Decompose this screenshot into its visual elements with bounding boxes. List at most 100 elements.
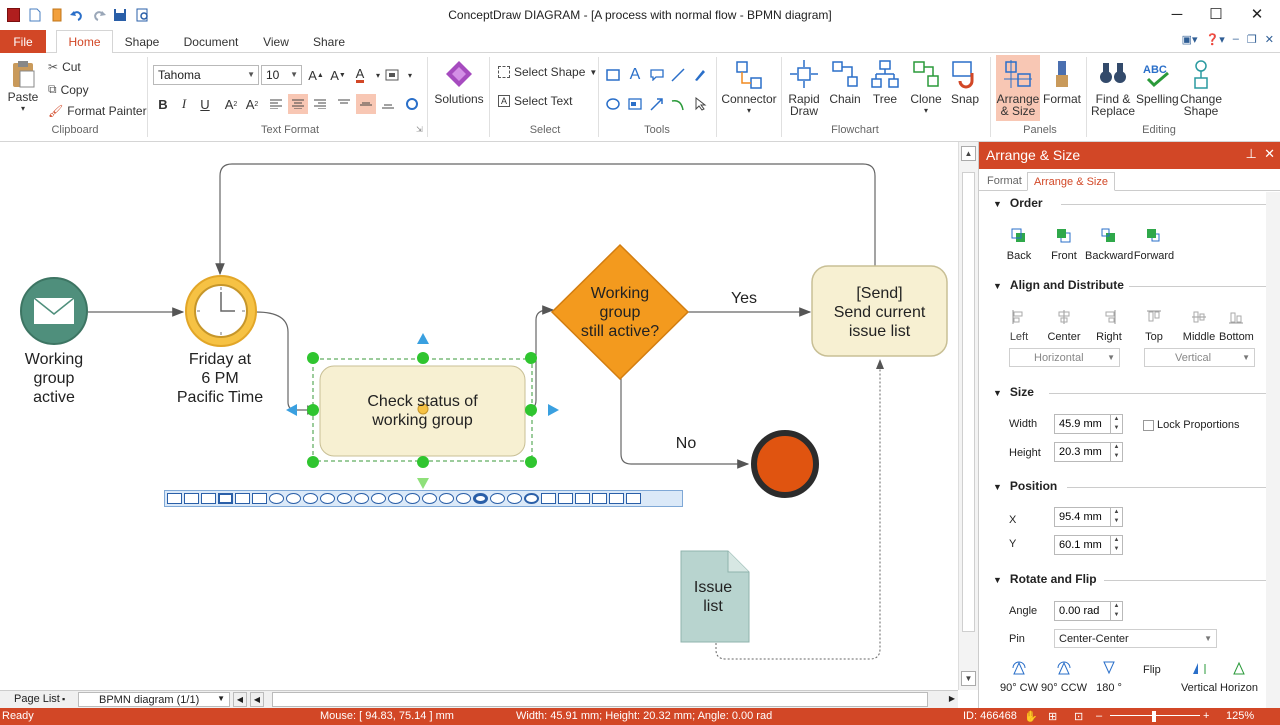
scroll-up-icon[interactable]: ▲ xyxy=(961,146,976,161)
zoom-in-icon[interactable]: + xyxy=(1203,710,1209,722)
fit-selection-icon[interactable]: ⊡ xyxy=(1074,710,1083,723)
shrink-font-icon[interactable]: A ▼ xyxy=(328,65,348,85)
palette-shape-icon[interactable] xyxy=(388,493,403,504)
align-left-icon[interactable] xyxy=(266,94,286,114)
palette-shape-icon[interactable] xyxy=(167,493,182,504)
align-left-button[interactable]: Left xyxy=(995,307,1043,343)
send-backward-button[interactable]: Backward xyxy=(1085,226,1133,262)
distribute-horizontal-select[interactable]: Horizontal ▼ xyxy=(1009,348,1120,367)
align-bottom-icon[interactable] xyxy=(378,94,398,114)
clone-button[interactable]: Clone ▾ xyxy=(906,59,946,117)
tab-document[interactable]: Document xyxy=(176,30,246,54)
scroll-down-icon[interactable]: ▼ xyxy=(961,671,976,686)
bring-to-front-button[interactable]: Front xyxy=(1040,226,1088,262)
palette-shape-icon[interactable] xyxy=(303,493,318,504)
height-spinner[interactable]: ▲ ▼ xyxy=(1110,442,1123,462)
lock-proportions-checkbox[interactable]: Lock Proportions xyxy=(1143,419,1240,431)
rectangle-tool-icon[interactable] xyxy=(603,65,623,85)
pin-select[interactable]: Center-Center ▼ xyxy=(1054,629,1217,648)
image-tool-icon[interactable] xyxy=(625,94,645,114)
width-spinner[interactable]: ▲ ▼ xyxy=(1110,414,1123,434)
size-section-title[interactable]: Size xyxy=(993,385,1034,399)
change-shape-button[interactable]: Change Shape xyxy=(1178,59,1224,117)
vertical-scrollbar[interactable]: ▲ ▼ xyxy=(958,142,978,690)
pen-tool-icon[interactable] xyxy=(690,65,710,85)
font-color-icon[interactable]: A xyxy=(350,65,370,85)
palette-shape-icon[interactable] xyxy=(269,493,284,504)
text-fill-icon[interactable] xyxy=(382,65,402,85)
palette-shape-icon[interactable] xyxy=(337,493,352,504)
align-center-icon[interactable] xyxy=(288,94,308,114)
format-painter-button[interactable]: 🖌 Format Painter xyxy=(48,104,147,118)
palette-shape-icon[interactable] xyxy=(439,493,454,504)
flip-horizontal-button[interactable]: Horizon xyxy=(1215,658,1263,694)
distribute-vertical-select[interactable]: Vertical ▼ xyxy=(1144,348,1255,367)
paste-button[interactable]: Paste ▾ xyxy=(6,59,40,115)
rotate-180-button[interactable]: 180 ° xyxy=(1085,658,1133,694)
panel-tab-format[interactable]: Format xyxy=(981,172,1028,191)
palette-shape-icon[interactable] xyxy=(524,493,539,504)
rotate-90-cw-button[interactable]: 90° CW xyxy=(995,658,1043,694)
maximize-button[interactable]: ☐ xyxy=(1193,0,1239,28)
send-to-back-button[interactable]: Back xyxy=(995,226,1043,262)
palette-shape-icon[interactable] xyxy=(354,493,369,504)
tab-home[interactable]: Home xyxy=(56,30,113,54)
align-right-icon[interactable] xyxy=(310,94,330,114)
font-family-select[interactable]: Tahoma ▼ xyxy=(153,65,259,85)
close-window-button[interactable]: ✕ xyxy=(1234,0,1280,28)
palette-shape-icon[interactable] xyxy=(405,493,420,504)
align-top-icon[interactable] xyxy=(334,94,354,114)
tab-shape[interactable]: Shape xyxy=(117,30,167,54)
scroll-right-icon[interactable]: ▶ xyxy=(946,692,958,707)
rotate-90-ccw-button[interactable]: 90° CCW xyxy=(1040,658,1088,694)
chevron-down-icon[interactable]: ▾ xyxy=(400,65,420,85)
align-center-button[interactable]: Center xyxy=(1040,307,1088,343)
arc-tool-icon[interactable] xyxy=(668,94,688,114)
palette-shape-icon[interactable] xyxy=(609,493,624,504)
tab-share[interactable]: Share xyxy=(307,30,351,54)
select-shape-button[interactable]: Select Shape ▼ xyxy=(498,65,597,79)
close-panel-icon[interactable]: ✕ xyxy=(1264,146,1275,161)
height-input[interactable] xyxy=(1054,442,1112,462)
spelling-button[interactable]: ABC Spelling xyxy=(1136,59,1179,105)
bring-forward-button[interactable]: Forward xyxy=(1130,226,1178,262)
superscript-icon[interactable]: A2 xyxy=(221,94,241,114)
palette-shape-icon[interactable] xyxy=(541,493,556,504)
palette-shape-icon[interactable] xyxy=(235,493,250,504)
find-replace-button[interactable]: Find & Replace xyxy=(1090,59,1136,117)
page-list-menu-icon[interactable]: ▪ xyxy=(62,694,65,704)
tree-button[interactable]: Tree xyxy=(866,59,904,105)
palette-shape-icon[interactable] xyxy=(218,493,233,504)
palette-shape-icon[interactable] xyxy=(422,493,437,504)
order-section-title[interactable]: Order xyxy=(993,196,1043,210)
solutions-button[interactable]: Solutions xyxy=(432,59,486,105)
arrow-tool-icon[interactable] xyxy=(647,94,667,114)
subscript-icon[interactable]: A2 xyxy=(242,94,262,114)
chain-button[interactable]: Chain xyxy=(826,59,864,105)
bold-icon[interactable]: B xyxy=(153,94,173,114)
ribbon-minimize-icon[interactable]: – xyxy=(1233,33,1239,46)
connector-button[interactable]: Connector ▾ xyxy=(720,59,778,117)
align-section-title[interactable]: Align and Distribute xyxy=(993,278,1124,292)
angle-input[interactable] xyxy=(1054,601,1112,621)
position-section-title[interactable]: Position xyxy=(993,479,1057,493)
pan-hand-icon[interactable]: ✋ xyxy=(1024,710,1038,723)
layout-icon[interactable]: ▣▾ xyxy=(1182,33,1198,46)
ellipse-tool-icon[interactable] xyxy=(603,94,623,114)
ribbon-close-icon[interactable]: ✕ xyxy=(1265,33,1274,46)
palette-shape-icon[interactable] xyxy=(490,493,505,504)
palette-shape-icon[interactable] xyxy=(286,493,301,504)
rapid-draw-button[interactable]: Rapid Draw xyxy=(784,59,824,117)
align-middle-button[interactable]: Middle xyxy=(1175,307,1223,343)
tab-file[interactable]: File xyxy=(0,30,46,53)
align-right-button[interactable]: Right xyxy=(1085,307,1133,343)
tab-view[interactable]: View xyxy=(255,30,297,54)
palette-shape-icon[interactable] xyxy=(371,493,386,504)
palette-shape-icon[interactable] xyxy=(575,493,590,504)
palette-shape-icon[interactable] xyxy=(507,493,522,504)
snap-button[interactable]: Snap xyxy=(946,59,984,105)
ribbon-restore-icon[interactable]: ❐ xyxy=(1247,33,1257,46)
palette-shape-icon[interactable] xyxy=(252,493,267,504)
font-size-select[interactable]: 10 ▼ xyxy=(261,65,302,85)
palette-shape-icon[interactable] xyxy=(201,493,216,504)
